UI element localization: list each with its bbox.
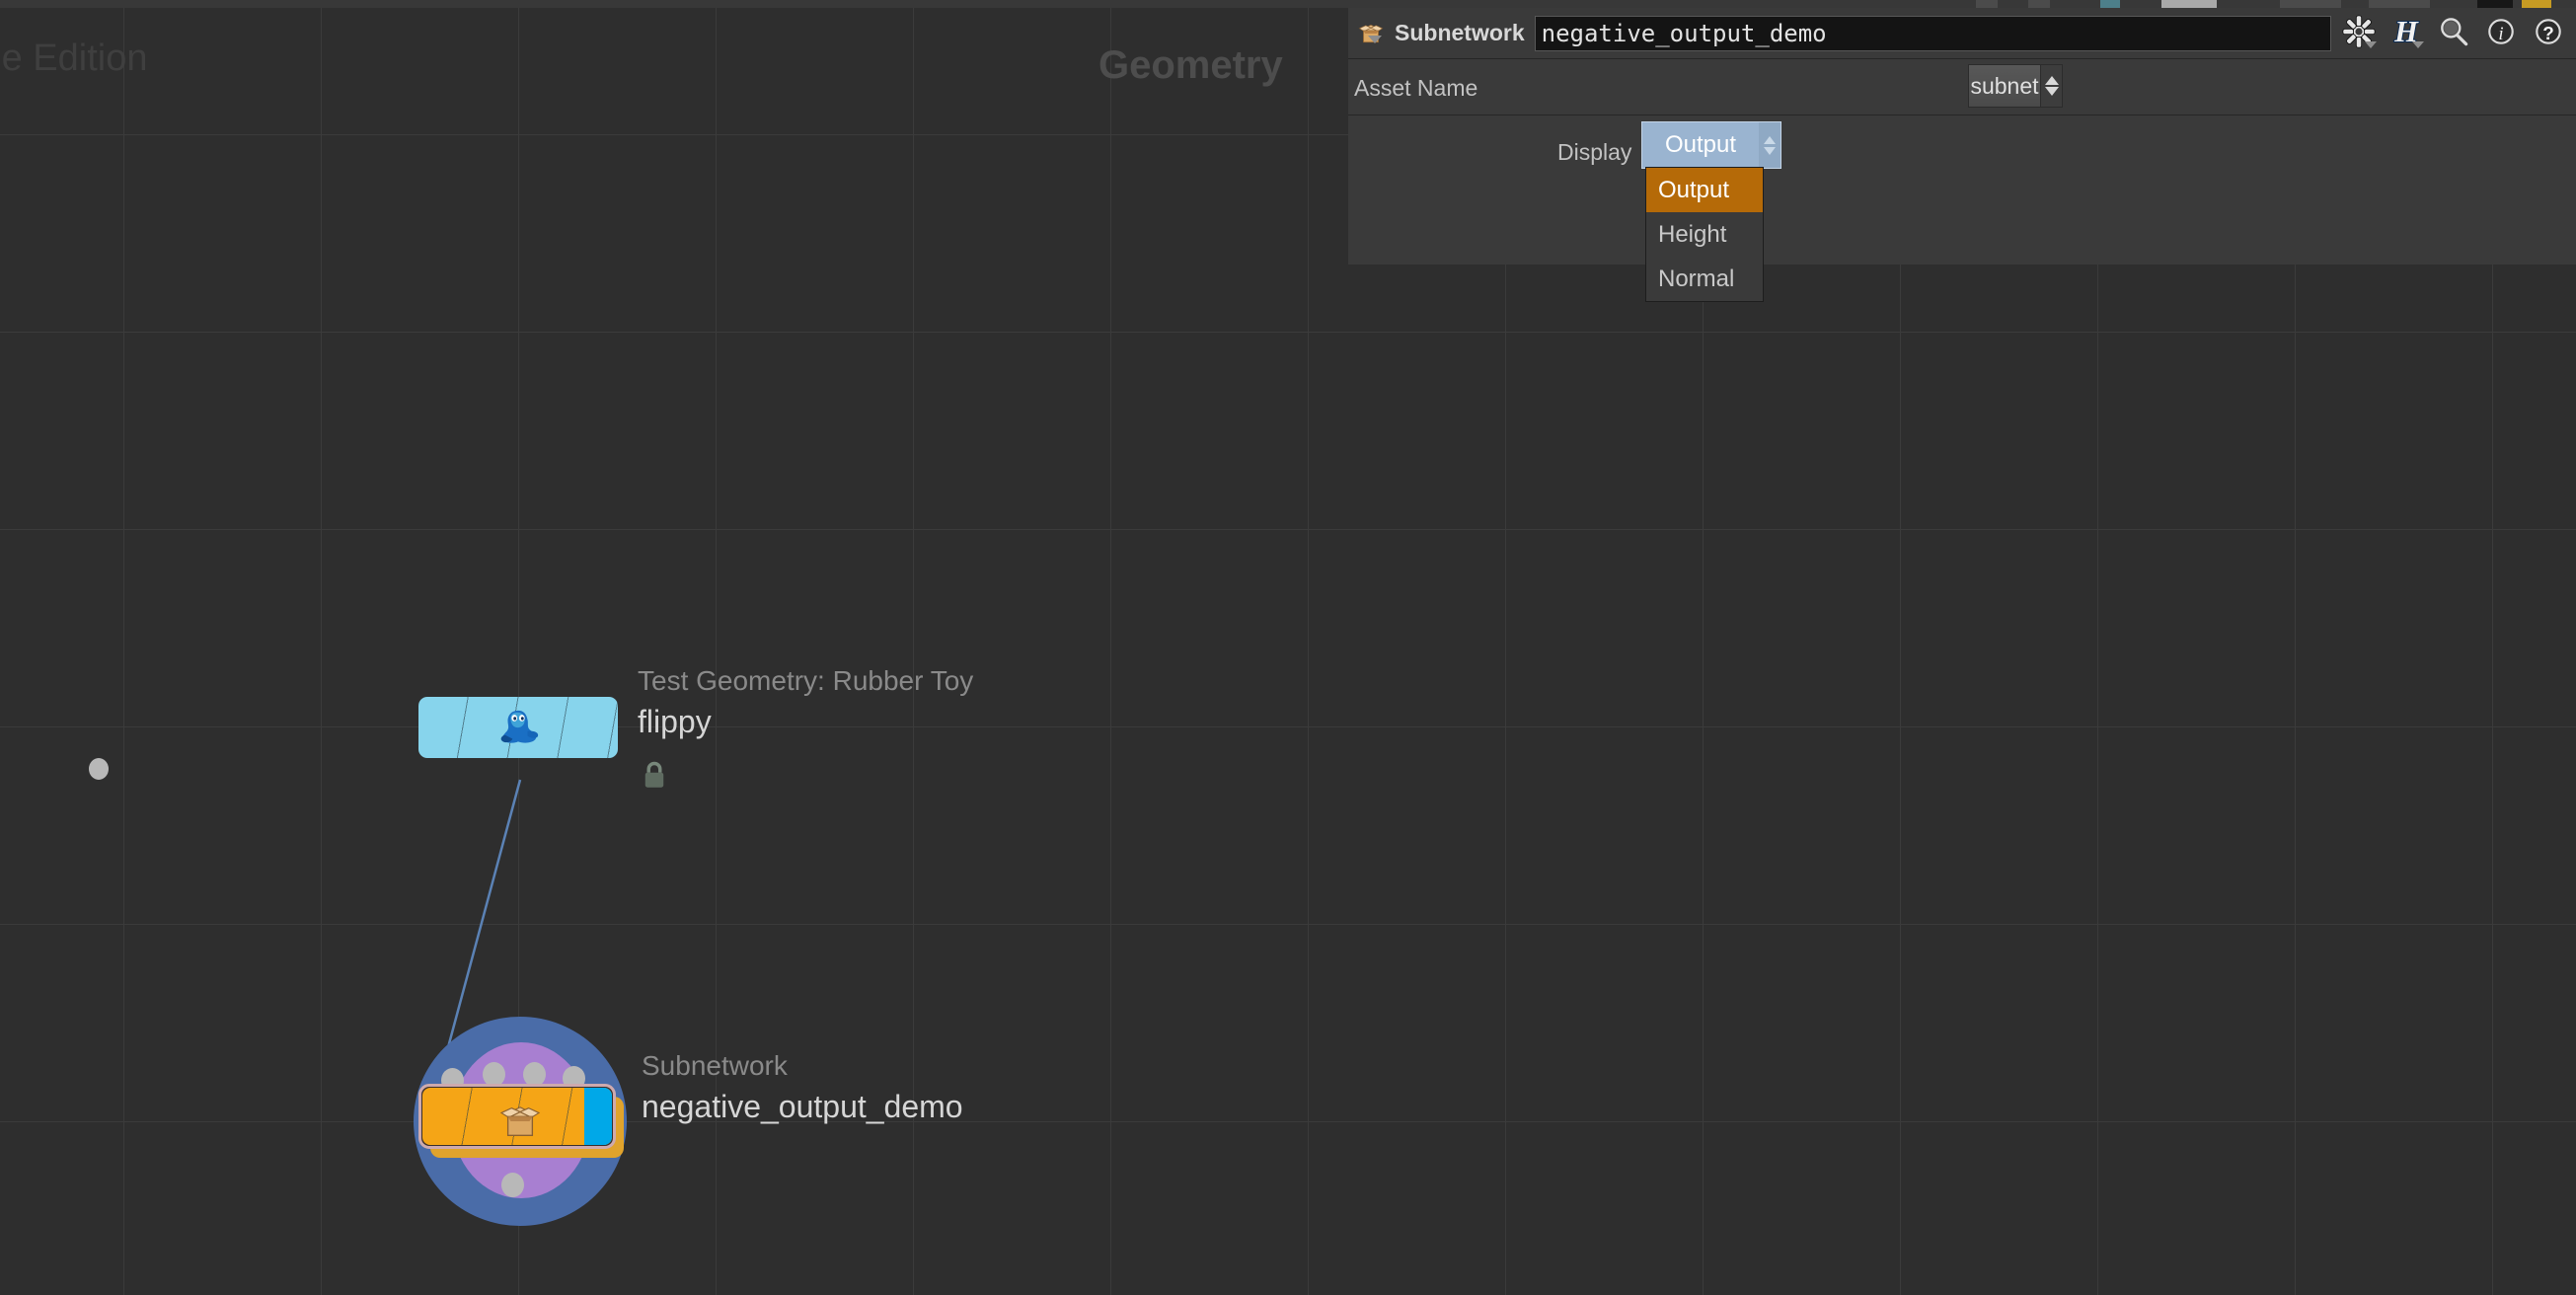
parameter-panel-header: Subnetwork negative_output_demo H i ? [1348, 8, 2576, 59]
asset-name-stepper[interactable] [2040, 65, 2062, 107]
toolbar-blip[interactable] [1976, 0, 1998, 8]
gear-icon[interactable] [2339, 14, 2383, 53]
param-row-display: Display Output [1348, 116, 2576, 265]
help-icon[interactable]: ? [2529, 14, 2572, 53]
lock-icon [644, 761, 664, 788]
node-flippy-name: flippy [638, 704, 712, 739]
display-menu[interactable]: Output [1641, 121, 1781, 169]
chevron-down-icon[interactable] [2044, 87, 2059, 96]
chevron-down-icon[interactable] [2365, 40, 2377, 48]
chevron-up-icon[interactable] [1764, 135, 1776, 144]
chevron-up-icon[interactable] [2044, 76, 2059, 85]
node-type-label: Subnetwork [1395, 20, 1525, 45]
chevron-down-icon[interactable] [2412, 40, 2424, 48]
node-name-input[interactable]: negative_output_demo [1534, 15, 2331, 51]
display-label: Display [1557, 139, 1632, 165]
asset-name-label: Asset Name [1354, 75, 1478, 101]
svg-text:i: i [2498, 24, 2503, 44]
toolbar-blip[interactable] [2028, 0, 2050, 8]
node-subnet-name: negative_output_demo [642, 1089, 963, 1124]
parameter-panel[interactable]: Subnetwork negative_output_demo H i ? As… [1348, 0, 2576, 265]
display-dropdown-menu[interactable]: Output Height Normal [1645, 167, 1764, 302]
node-negative-output-demo[interactable] [407, 1015, 634, 1227]
search-icon[interactable] [2434, 14, 2477, 53]
top-toolbar-strip[interactable] [0, 0, 2576, 8]
houdini-h-icon[interactable]: H [2387, 13, 2430, 53]
info-icon[interactable]: i [2481, 14, 2525, 53]
node-display-flag[interactable] [584, 1088, 612, 1145]
rubber-toy-icon [500, 710, 539, 743]
node-flippy[interactable] [418, 697, 618, 758]
node-subnet-output-0[interactable] [501, 1173, 524, 1197]
toolbar-blip[interactable] [2522, 0, 2551, 8]
node-flippy-labels: Test Geometry: Rubber Toy flippy [638, 665, 974, 739]
node-subnet-type: Subnetwork [642, 1050, 788, 1081]
asset-name-value: subnet [1970, 72, 2039, 99]
chevron-down-icon[interactable] [1368, 36, 1382, 43]
dropdown-option-output[interactable]: Output [1646, 168, 1763, 212]
chevron-down-icon[interactable] [1764, 146, 1776, 155]
display-value: Output [1664, 131, 1737, 158]
open-box-icon [499, 1105, 541, 1136]
toolbar-blip[interactable] [2280, 0, 2341, 8]
svg-text:?: ? [2542, 24, 2554, 44]
dropdown-option-normal[interactable]: Normal [1646, 257, 1763, 301]
toolbar-blip[interactable] [2161, 0, 2217, 8]
asset-name-menu[interactable]: subnet [1968, 64, 2063, 108]
display-stepper[interactable] [1759, 122, 1780, 168]
dropdown-option-height[interactable]: Height [1646, 212, 1763, 257]
param-row-asset-name: Asset Name subnet [1348, 60, 2576, 115]
node-flippy-output-connector[interactable] [89, 758, 109, 780]
toolbar-blip[interactable] [2100, 0, 2120, 8]
node-subnet-labels: Subnetwork negative_output_demo [642, 1050, 963, 1124]
toolbar-blip[interactable] [2369, 0, 2430, 8]
node-flippy-type: Test Geometry: Rubber Toy [638, 665, 974, 696]
toolbar-blip[interactable] [2477, 0, 2513, 8]
